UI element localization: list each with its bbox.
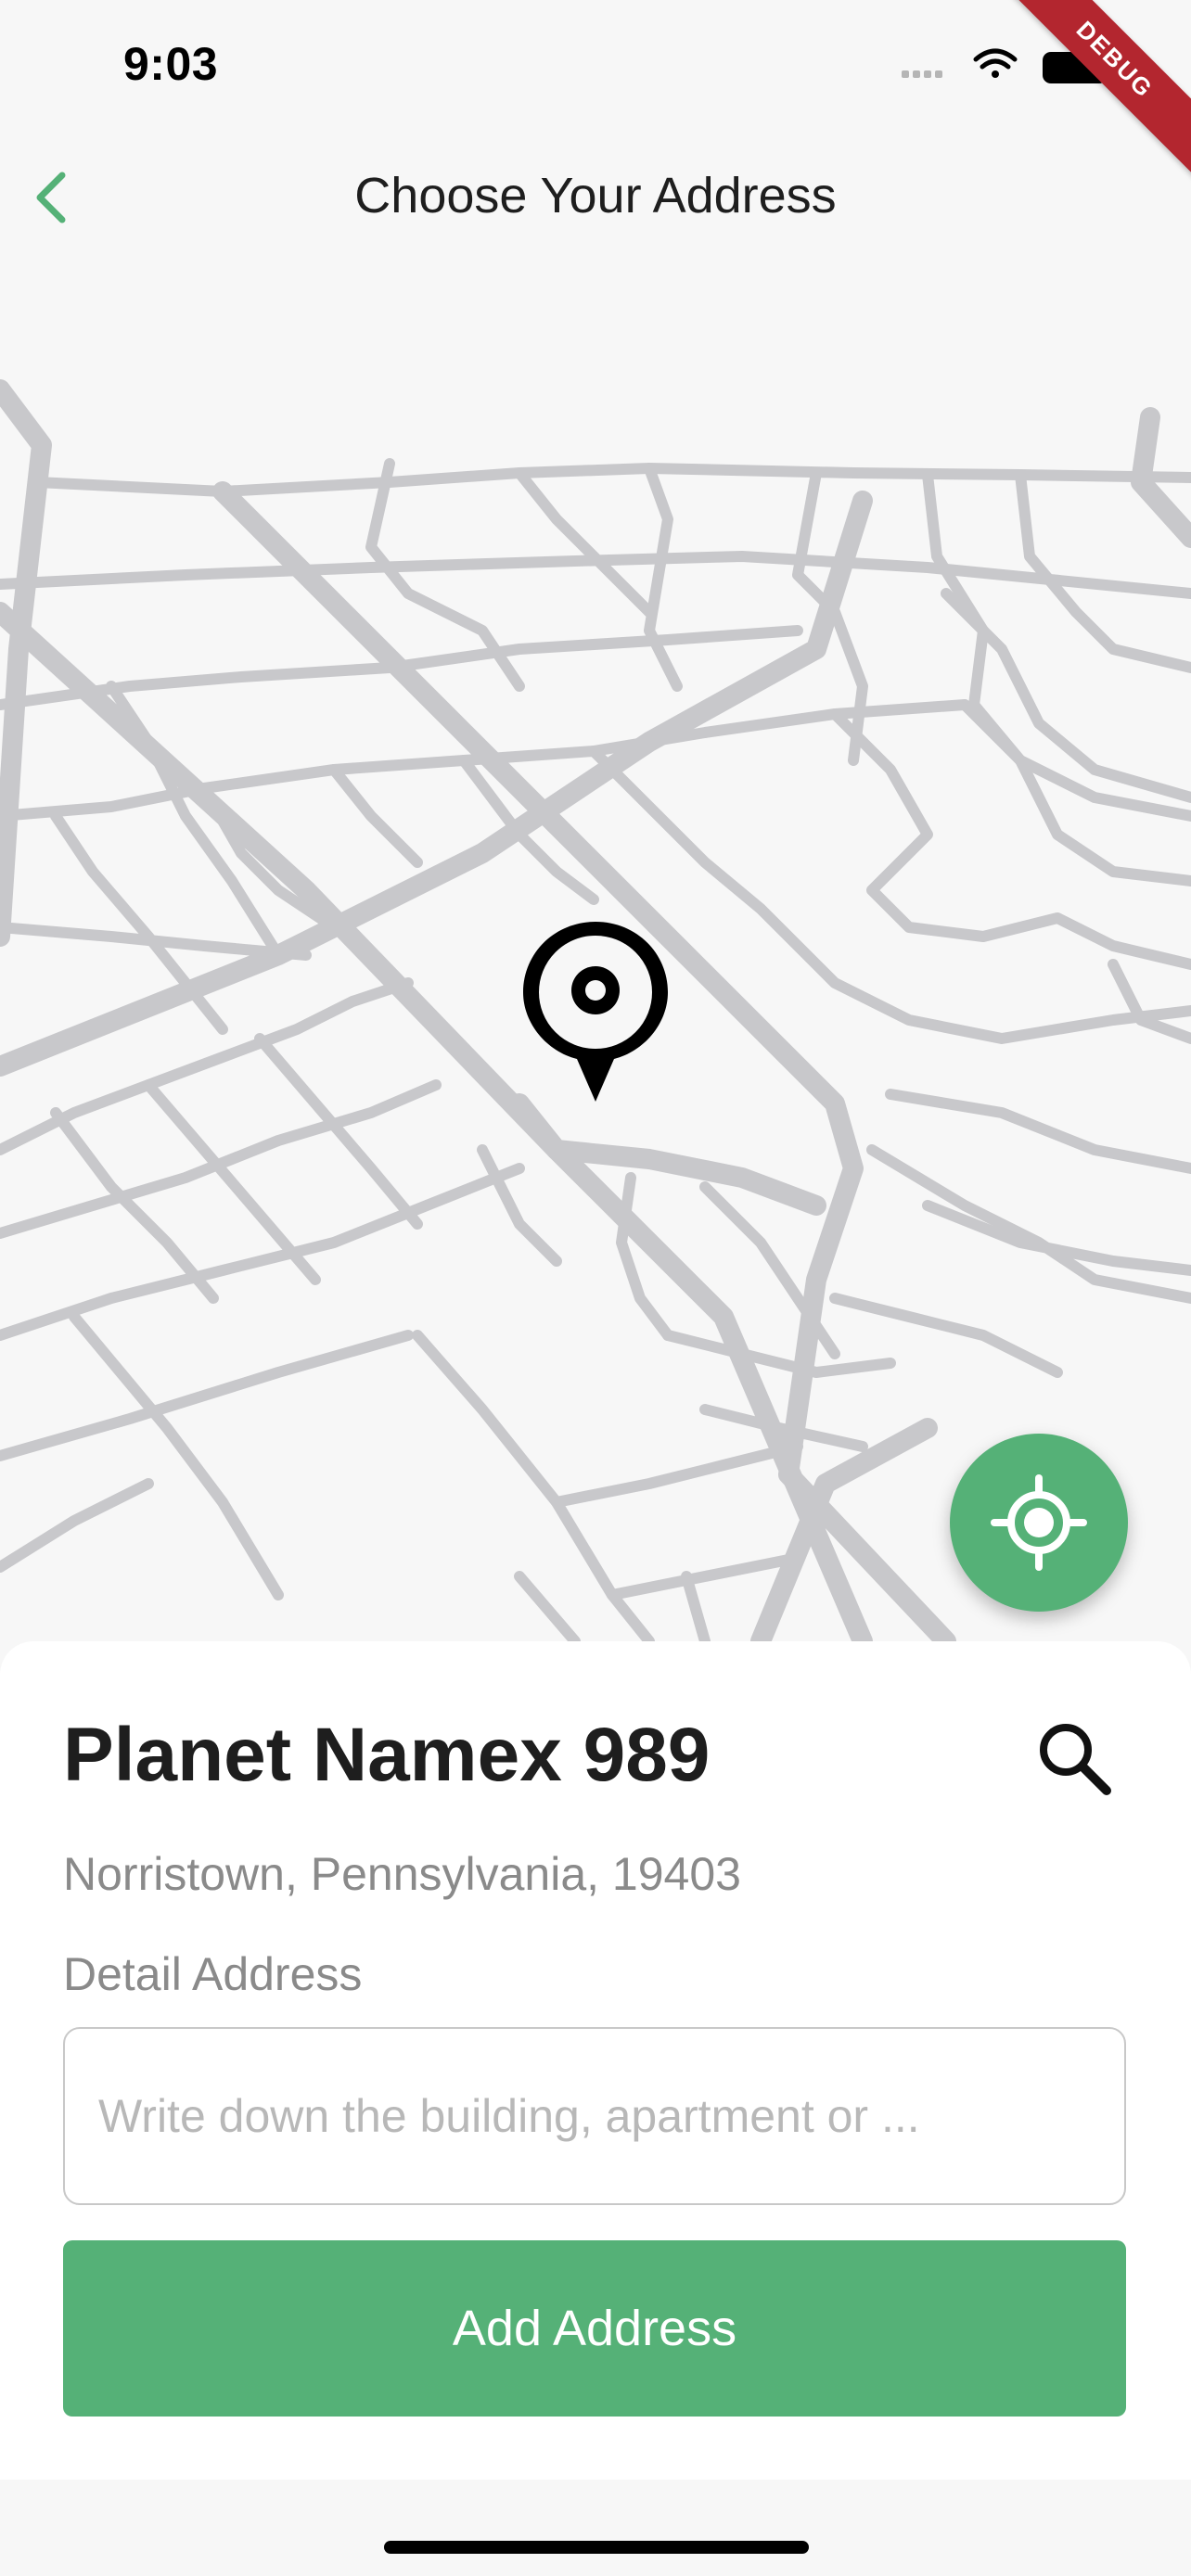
search-button[interactable]: [1028, 1712, 1121, 1804]
place-address: Norristown, Pennsylvania, 19403: [63, 1848, 741, 1900]
location-pin-icon: [523, 922, 668, 1102]
add-address-button[interactable]: Add Address: [63, 2240, 1126, 2417]
place-name: Planet Namex 989: [63, 1713, 711, 1797]
my-location-icon: [991, 1474, 1087, 1571]
page-title: Choose Your Address: [354, 168, 837, 223]
status-time: 9:03: [123, 38, 219, 90]
wifi-icon: [973, 48, 1018, 78]
signal-icon: [902, 70, 942, 78]
home-indicator: [384, 2541, 809, 2554]
my-location-button[interactable]: [950, 1434, 1128, 1612]
detail-address-input[interactable]: [63, 2027, 1126, 2205]
detail-address-label: Detail Address: [63, 1948, 363, 2000]
search-icon: [1040, 1724, 1111, 1795]
